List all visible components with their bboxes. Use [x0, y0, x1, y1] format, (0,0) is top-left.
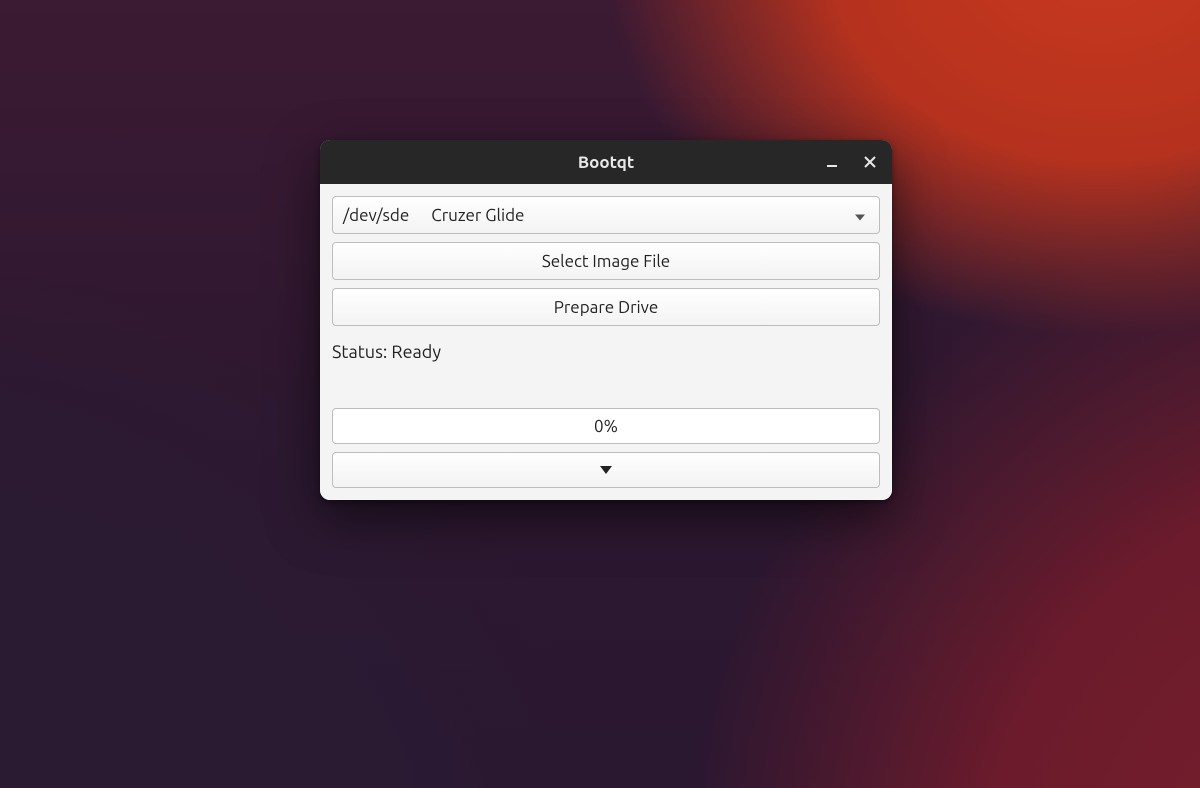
select-image-label: Select Image File — [542, 252, 670, 271]
window-title: Bootqt — [320, 153, 892, 172]
dropdown-arrow-icon — [855, 206, 865, 225]
prepare-drive-button[interactable]: Prepare Drive — [332, 288, 880, 326]
titlebar: Bootqt — [320, 140, 892, 184]
bootqt-window: Bootqt /dev/sde Cruzer Glide — [320, 140, 892, 500]
minimize-icon — [825, 155, 839, 169]
status-text: Status: Ready — [332, 342, 880, 362]
progress-text: 0% — [594, 417, 618, 436]
minimize-button[interactable] — [822, 152, 842, 172]
drive-select-device: /dev/sde — [343, 206, 409, 225]
select-image-button[interactable]: Select Image File — [332, 242, 880, 280]
progress-bar: 0% — [332, 408, 880, 444]
close-button[interactable] — [860, 152, 880, 172]
prepare-drive-label: Prepare Drive — [554, 298, 659, 317]
drive-select[interactable]: /dev/sde Cruzer Glide — [332, 196, 880, 234]
window-content: /dev/sde Cruzer Glide Select Image File … — [320, 184, 892, 500]
close-icon — [863, 155, 877, 169]
drive-select-label: Cruzer Glide — [431, 206, 524, 225]
window-controls — [822, 140, 880, 184]
chevron-down-icon — [600, 466, 612, 474]
expand-button[interactable] — [332, 452, 880, 488]
